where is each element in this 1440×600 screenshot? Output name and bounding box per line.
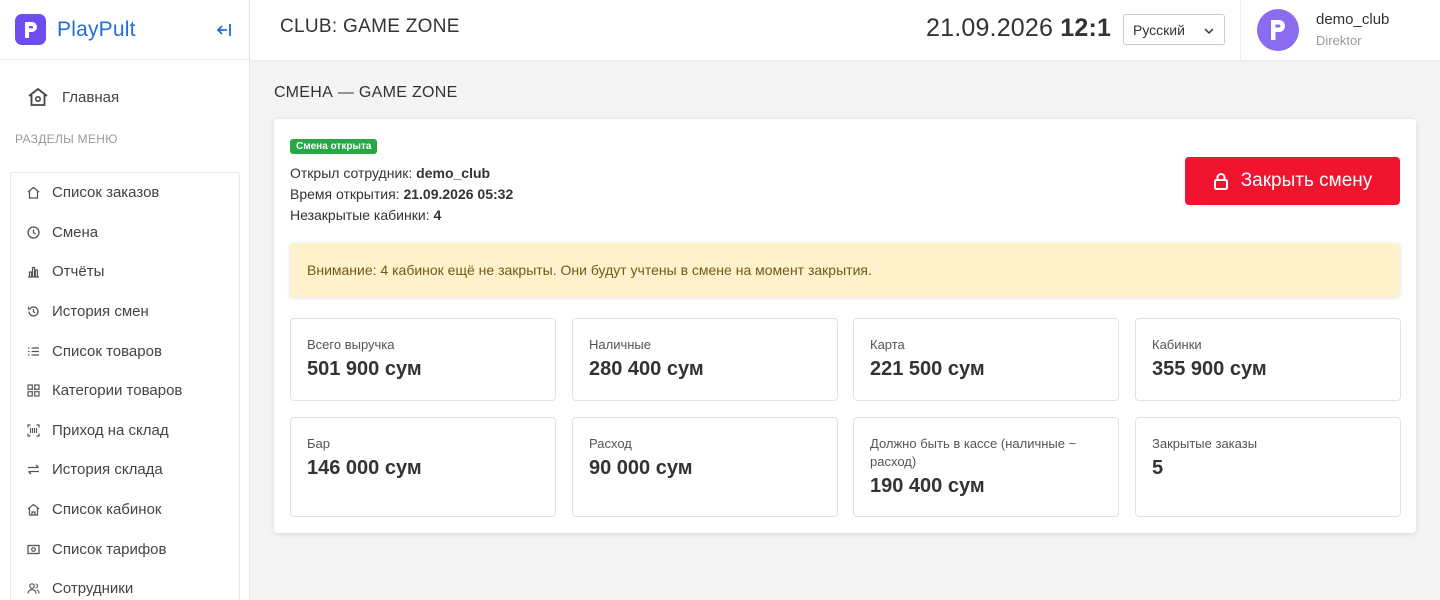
cabin-icon <box>26 503 40 517</box>
stat-card: Карта 221 500 сум <box>853 318 1119 401</box>
sidebar: PlayPult Главная РАЗДЕЛЫ МЕНЮ Список зак… <box>0 0 250 600</box>
opened-by-line: Открыл сотрудник: demo_club <box>290 165 490 181</box>
language-select[interactable]: Русский <box>1123 14 1225 45</box>
open-time-value: 21.09.2026 05:32 <box>403 186 514 202</box>
stat-cabins: Кабинки 355 900 сум <box>1135 318 1401 401</box>
current-time: 12:1 <box>1060 14 1112 42</box>
shift-card: Смена открыта Открыл сотрудник: demo_clu… <box>274 119 1416 533</box>
unclosed-cabins-alert: Внимание: 4 кабинок ещё не закрыты. Они … <box>290 243 1400 297</box>
sidebar-item-label: Категории товаров <box>52 382 183 400</box>
sidebar-home-link[interactable]: Главная <box>0 60 249 134</box>
stat-label: Должно быть в кассе (наличные − расход) <box>870 436 1077 469</box>
stat-value: 90 000 сум <box>589 457 693 479</box>
home-icon <box>27 87 49 107</box>
home-label: Главная <box>62 88 120 106</box>
user-avatar[interactable] <box>1257 9 1299 51</box>
sidebar-item-label: Список тарифов <box>52 540 167 558</box>
brand-logo-icon[interactable] <box>15 14 46 45</box>
lock-icon <box>1213 172 1229 190</box>
stat-closed-orders: Закрытые заказы 5 <box>1135 417 1401 517</box>
stat-value: 221 500 сум <box>870 358 985 380</box>
stat-total-revenue: Всего выручка 501 900 сум <box>290 318 556 401</box>
stat-label: Закрытые заказы <box>1152 436 1258 451</box>
swap-icon <box>26 463 40 477</box>
stat-label: Расход <box>589 436 632 451</box>
sidebar-item-label: Смена <box>52 223 99 241</box>
sidebar-item-staff[interactable]: Сотрудники <box>11 569 239 600</box>
sidebar-item-label: Сотрудники <box>52 580 134 598</box>
sidebar-item-label: Список товаров <box>52 342 162 360</box>
stat-value: 190 400 сум <box>870 475 985 497</box>
stat-cash: Наличные 280 400 сум <box>572 318 838 401</box>
sidebar-item-reports[interactable]: Отчёты <box>11 252 239 292</box>
stat-value: 146 000 сум <box>307 457 422 479</box>
menu-section-caption: РАЗДЕЛЫ МЕНЮ <box>15 132 118 146</box>
sidebar-menu: Список заказов Смена Отчёты История смен… <box>10 172 240 600</box>
sidebar-item-shift-history[interactable]: История смен <box>11 292 239 332</box>
close-shift-label: Закрыть смену <box>1240 170 1373 191</box>
chevron-down-icon <box>1203 24 1215 40</box>
sidebar-item-categories[interactable]: Категории товаров <box>11 371 239 411</box>
sidebar-item-label: История смен <box>52 303 149 321</box>
unclosed-cabins-line: Незакрытые кабинки: 4 <box>290 207 441 223</box>
open-time-label: Время открытия: <box>290 186 404 202</box>
money-icon <box>26 542 40 556</box>
user-role: Direktor <box>1316 33 1362 48</box>
stat-expense: Расход 90 000 сум <box>572 417 838 517</box>
bar-chart-icon <box>26 265 40 279</box>
stat-label: Кабинки <box>1152 337 1202 352</box>
stat-value: 5 <box>1152 457 1164 479</box>
sidebar-item-label: Отчёты <box>52 263 105 281</box>
sidebar-item-tariffs[interactable]: Список тарифов <box>11 529 239 569</box>
page-title: СМЕНА — GAME ZONE <box>274 84 458 101</box>
user-name[interactable]: demo_club <box>1316 11 1389 28</box>
barcode-icon <box>26 423 40 437</box>
opened-by-label: Открыл сотрудник: <box>290 165 417 181</box>
stat-expected-cash: Должно быть в кассе (наличные − расход) … <box>853 417 1119 517</box>
sidebar-item-orders[interactable]: Список заказов <box>11 173 239 213</box>
brand-name[interactable]: PlayPult <box>57 18 136 42</box>
stat-bar: Бар 146 000 сум <box>290 417 556 517</box>
opened-by-value: demo_club <box>416 165 491 181</box>
sidebar-item-cabins[interactable]: Список кабинок <box>11 490 239 530</box>
stat-value: 355 900 сум <box>1152 358 1267 380</box>
brand: PlayPult <box>0 0 249 60</box>
sidebar-item-label: Приход на склад <box>52 421 169 439</box>
stat-label: Всего выручка <box>307 337 395 352</box>
stat-value: 280 400 сум <box>589 358 704 380</box>
sidebar-item-label: История склада <box>52 461 163 479</box>
stat-label: Наличные <box>589 337 651 352</box>
sidebar-item-stock-history[interactable]: История склада <box>11 450 239 490</box>
club-title: CLUB: GAME ZONE <box>280 16 460 37</box>
sidebar-item-products[interactable]: Список товаров <box>11 331 239 371</box>
close-shift-button[interactable]: Закрыть смену <box>1185 157 1400 205</box>
language-value: Русский <box>1133 21 1185 38</box>
history-icon <box>26 305 40 319</box>
current-datetime: 21.09.2026 12:1 <box>926 14 1111 43</box>
sidebar-item-label: Список заказов <box>52 184 160 202</box>
stat-label: Карта <box>870 337 905 352</box>
unclosed-cabins-value: 4 <box>433 207 442 223</box>
sidebar-item-label: Список кабинок <box>52 501 162 519</box>
sidebar-item-shift[interactable]: Смена <box>11 213 239 253</box>
unclosed-cabins-label: Незакрытые кабинки: <box>290 207 434 223</box>
users-icon <box>26 582 40 596</box>
home-icon <box>26 186 40 200</box>
header-divider <box>1240 0 1241 60</box>
collapse-sidebar-icon[interactable] <box>214 20 234 40</box>
grid-icon <box>26 384 40 398</box>
clock-icon <box>26 225 40 239</box>
open-time-line: Время открытия: 21.09.2026 05:32 <box>290 186 513 202</box>
sidebar-item-stock-in[interactable]: Приход на склад <box>11 411 239 451</box>
top-header: CLUB: GAME ZONE 21.09.2026 12:1 Русский … <box>250 0 1440 60</box>
current-date: 21.09.2026 <box>926 14 1054 42</box>
list-icon <box>26 344 40 358</box>
stat-value: 501 900 сум <box>307 358 422 380</box>
shift-status-badge: Смена открыта <box>290 139 378 154</box>
stat-label: Бар <box>307 436 330 451</box>
